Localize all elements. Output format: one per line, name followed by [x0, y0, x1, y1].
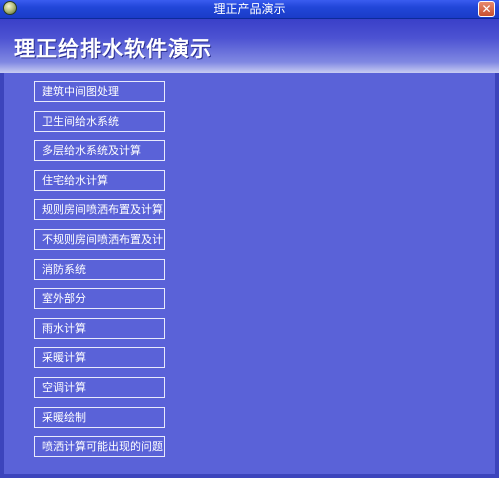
menu-item-fire-system[interactable]: 消防系统 [34, 258, 165, 280]
menu-item-rainwater-calc[interactable]: 雨水计算 [34, 317, 165, 339]
menu-item-sprinkler-issues[interactable]: 喷洒计算可能出现的问题 [34, 436, 165, 458]
menu-item-building-intermediate[interactable]: 建筑中间图处理 [34, 81, 165, 102]
menu-item-ac-calc[interactable]: 空调计算 [34, 376, 165, 398]
menu-item-heating-calc[interactable]: 采暖计算 [34, 347, 165, 369]
window-frame-left [0, 73, 4, 478]
menu-item-regular-room-sprinkler[interactable]: 规则房间喷洒布置及计算 [34, 199, 165, 221]
title-bar: 理正产品演示 ✕ [0, 0, 499, 19]
menu-item-heating-drawing[interactable]: 采暖绘制 [34, 406, 165, 428]
menu-item-residential-water-calc[interactable]: 住宅给水计算 [34, 169, 165, 191]
menu-item-multistory-water-supply[interactable]: 多层给水系统及计算 [34, 140, 165, 162]
window-frame-bottom [0, 474, 499, 478]
header-banner: 理正给排水软件演示 [0, 19, 499, 73]
demo-menu: 建筑中间图处理 卫生间给水系统 多层给水系统及计算 住宅给水计算 规则房间喷洒布… [34, 81, 165, 466]
menu-item-irregular-room-sprinkler[interactable]: 不规则房间喷洒布置及计 [34, 228, 165, 250]
window-title: 理正产品演示 [213, 2, 286, 16]
menu-item-outdoor-section[interactable]: 室外部分 [34, 288, 165, 310]
page-title: 理正给排水软件演示 [14, 37, 212, 61]
window-frame-right [495, 73, 499, 478]
menu-item-bathroom-water-supply[interactable]: 卫生间给水系统 [34, 110, 165, 132]
close-button[interactable]: ✕ [478, 1, 495, 17]
